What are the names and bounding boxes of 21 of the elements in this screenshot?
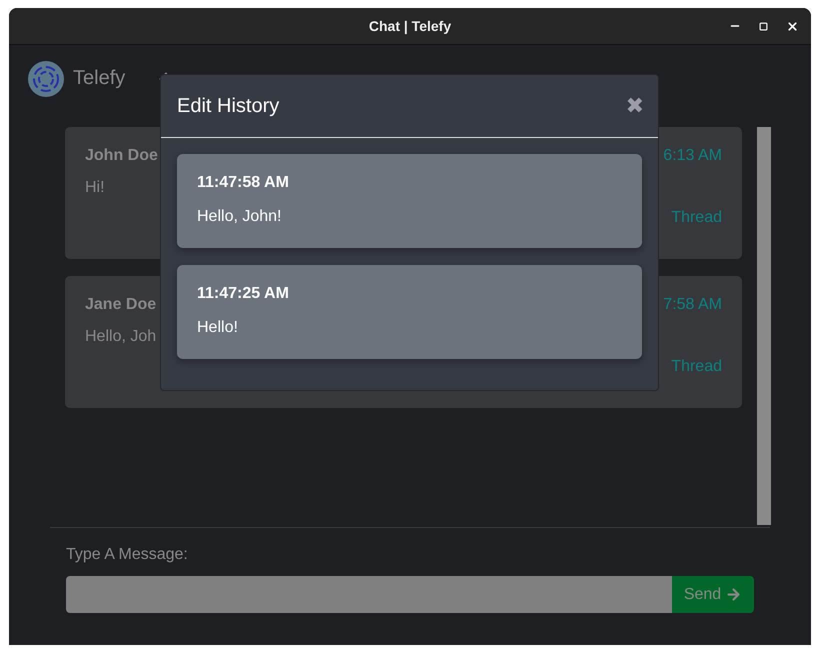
- window-title: Chat | Telefy: [368, 18, 452, 34]
- message-text: Hi!: [85, 179, 105, 197]
- app-name: Telefy: [73, 67, 126, 90]
- logo-icon: [27, 60, 65, 98]
- message-text: Hello, Joh: [85, 328, 156, 346]
- close-button[interactable]: ✖: [626, 94, 644, 118]
- send-button[interactable]: Send: [672, 576, 754, 613]
- message-time: 6:13 AM: [663, 147, 722, 165]
- message-author: John Doe: [85, 147, 158, 165]
- entry-time: 11:47:25 AM: [197, 285, 290, 303]
- message-author: Jane Doe: [85, 296, 156, 314]
- thread-link[interactable]: Thread: [671, 209, 722, 227]
- entry-time: 11:47:58 AM: [197, 174, 290, 192]
- dialog-title: Edit History: [177, 94, 280, 118]
- entry-text: Hello!: [197, 319, 239, 337]
- thread-link[interactable]: Thread: [671, 358, 722, 376]
- entry-text: Hello, John!: [197, 208, 282, 226]
- message-label: Type A Message:: [66, 546, 189, 564]
- message-input[interactable]: [66, 576, 672, 613]
- message-time: 7:58 AM: [663, 296, 722, 314]
- scrollbar[interactable]: [757, 127, 771, 525]
